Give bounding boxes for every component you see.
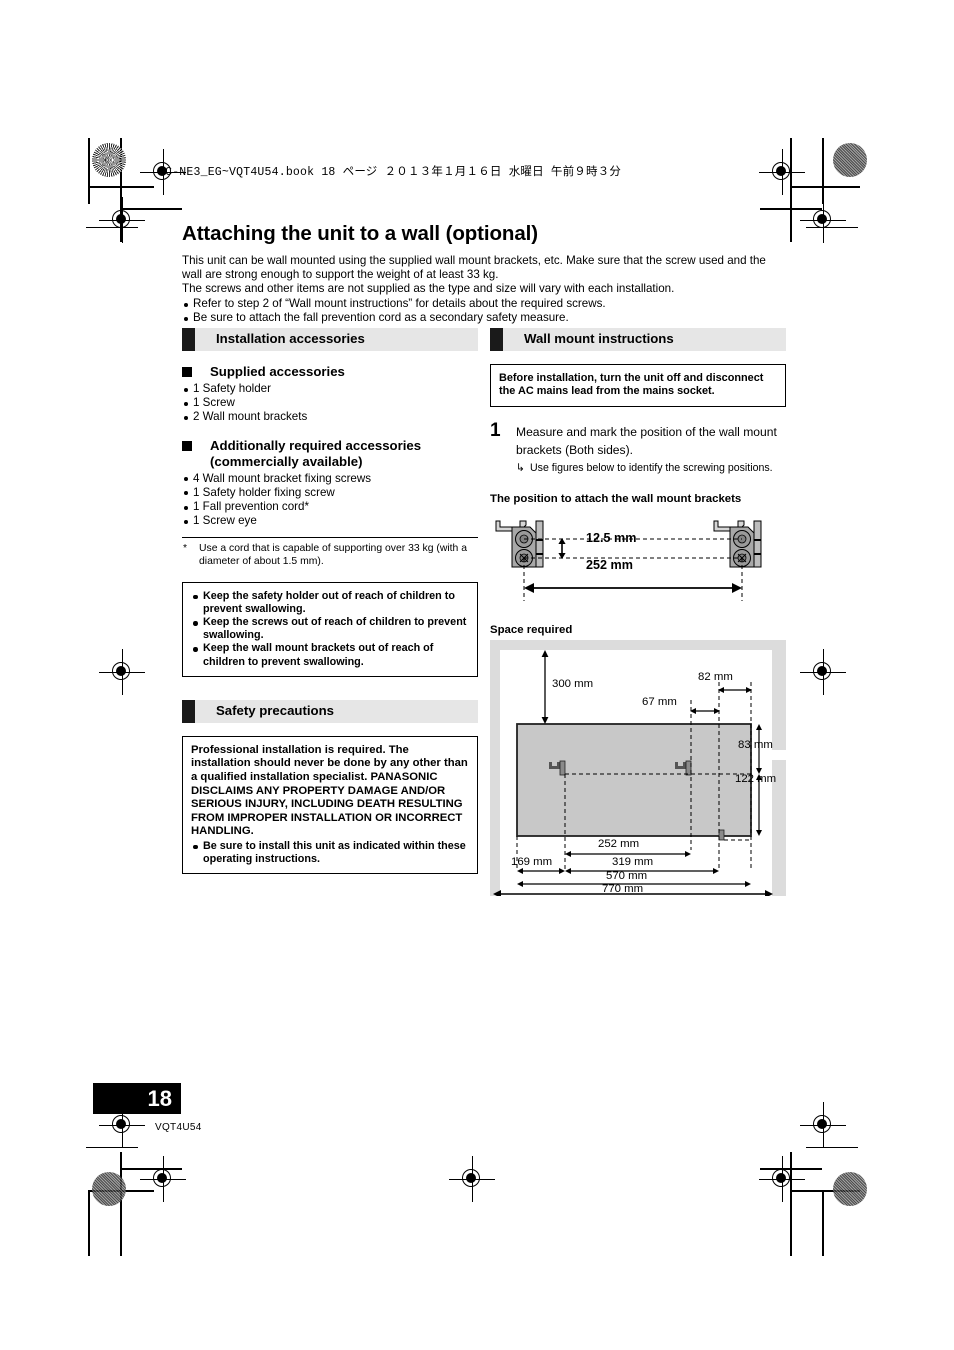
registration-mark [99, 649, 145, 695]
crop-line [822, 138, 824, 204]
footnote: * Use a cord that is capable of supporti… [182, 543, 478, 568]
dimension-label-lower-height: 122 mm [735, 772, 777, 785]
list-item: 1 Screw [182, 396, 478, 410]
registration-mark [800, 1102, 846, 1148]
figure-space-required: 300 mm 67 mm 82 mm 83 mm 122 mm 252 mm 1… [490, 639, 786, 896]
crop-line [790, 186, 860, 188]
pre-installation-notice-box: Before installation, turn the unit off a… [490, 364, 786, 407]
dimension-label-right-outer: 82 mm [698, 670, 733, 683]
additional-accessories-list: 4 Wall mount bracket fixing screws 1 Saf… [182, 472, 478, 529]
page-title: Attaching the unit to a wall (optional) [182, 222, 538, 245]
intro-paragraph-1: This unit can be wall mounted using the … [182, 254, 766, 282]
section-header-installation-accessories: Installation accessories [182, 328, 478, 351]
subsection-label-line2: (commercially available) [210, 453, 363, 469]
crop-line [806, 1147, 858, 1149]
right-column: Wall mount instructions Before installat… [490, 328, 786, 896]
safety-paragraph: Professional installation is required. T… [191, 743, 468, 838]
step-number: 1 [490, 419, 501, 441]
crop-line [86, 1147, 138, 1149]
page-body: Attaching the unit to a wall (optional) … [182, 222, 786, 325]
list-item: 1 Fall prevention cord* [182, 500, 478, 514]
section-tab-icon [182, 699, 195, 723]
dimension-label-upper-height: 83 mm [738, 738, 773, 751]
intro-block: This unit can be wall mounted using the … [182, 254, 786, 325]
dimension-label-right-inner: 67 mm [642, 695, 677, 708]
intro-paragraph-2: The screws and other items are not suppl… [182, 282, 675, 296]
dimension-label-bracket-span: 252 mm [598, 837, 640, 850]
child-safety-warning-list: Keep the safety holder out of reach of c… [191, 590, 468, 669]
figure-2-caption: Space required [490, 623, 573, 636]
halftone-target [92, 1172, 126, 1206]
footnote-marker: * [183, 543, 188, 555]
section-header-label: Safety precautions [216, 702, 334, 718]
dimension-label-total-inner: 570 mm [606, 869, 648, 882]
crop-line [88, 1190, 90, 1256]
list-item: Keep the safety holder out of reach of c… [191, 590, 468, 616]
pre-installation-notice: Before installation, turn the unit off a… [499, 372, 764, 398]
section-header-label: Wall mount instructions [524, 331, 674, 346]
halftone-target [92, 143, 126, 177]
section-tab-icon [490, 328, 503, 351]
intro-bullet-2: Be sure to attach the fall prevention co… [182, 311, 786, 325]
registration-mark [449, 1156, 495, 1202]
registration-mark [99, 197, 145, 243]
footnote-divider [182, 537, 478, 539]
section-header-wall-mount-instructions: Wall mount instructions [490, 328, 786, 351]
registration-mark [759, 149, 805, 195]
safety-bullet-list: Be sure to install this unit as indicate… [191, 840, 468, 866]
step-subnote: ↳ Use figures below to identify the scre… [516, 461, 786, 475]
subsection-supplied-accessories: Supplied accessories [182, 364, 478, 380]
page-number-block: 18 [93, 1083, 181, 1114]
safety-precautions-box: Professional installation is required. T… [182, 735, 478, 875]
dimension-label-vertical: 12.5 mm [586, 530, 637, 545]
list-item: Keep the wall mount brackets out of reac… [191, 642, 468, 668]
dimension-label-left-offset: 169 mm [511, 855, 553, 868]
step-subnote-text: Use figures below to identify the screwi… [530, 461, 773, 474]
list-item: 1 Safety holder [182, 382, 478, 396]
page-number: 18 [147, 1086, 172, 1111]
child-safety-warning-box: Keep the safety holder out of reach of c… [182, 581, 478, 677]
footnote-text: Use a cord that is capable of supporting… [199, 543, 467, 568]
subsection-additional-accessories: Additionally required accessories (comme… [182, 438, 478, 470]
intro-bullet-1: Refer to step 2 of “Wall mount instructi… [182, 297, 786, 311]
dimension-label-total-outer: 770 mm [602, 882, 644, 895]
list-item: Keep the screws out of reach of children… [191, 616, 468, 642]
section-header-label: Installation accessories [216, 331, 365, 346]
dimension-label-mid-span: 319 mm [612, 855, 654, 868]
bracket-glyph-bottom [718, 829, 725, 841]
list-item: 1 Safety holder fixing screw [182, 486, 478, 500]
figure-1-labels: 12.5 mm 252 mm [490, 531, 786, 605]
subsection-label-line1: Additionally required accessories [210, 437, 422, 453]
crop-line [88, 186, 154, 188]
registration-mark [759, 1156, 805, 1202]
dimension-label-horizontal: 252 mm [586, 557, 633, 572]
registration-mark [800, 197, 846, 243]
arrow-icon: ↳ [516, 461, 525, 474]
figure-1-caption: The position to attach the wall mount br… [490, 492, 742, 505]
list-item: 1 Screw eye [182, 514, 478, 528]
step-text: Measure and mark the position of the wal… [516, 424, 777, 458]
subsection-label: Supplied accessories [210, 364, 345, 379]
step-1: 1 Measure and mark the position of the w… [490, 419, 786, 475]
registration-mark [140, 1156, 186, 1202]
crop-line [790, 138, 792, 242]
section-header-safety-precautions: Safety precautions [182, 699, 478, 723]
dimension-label-top-clearance: 300 mm [552, 677, 594, 690]
supplied-accessories-list: 1 Safety holder 1 Screw 2 Wall mount bra… [182, 382, 478, 425]
book-file-header: SC-NE3_EG~VQT4U54.book 18 ページ ２０１３年１月１６日… [158, 166, 622, 179]
halftone-target [833, 143, 867, 177]
list-item: Be sure to install this unit as indicate… [191, 840, 468, 866]
halftone-target [833, 1172, 867, 1206]
left-column: Installation accessories Supplied access… [182, 328, 478, 875]
crop-line [822, 1190, 824, 1256]
crop-line [88, 138, 90, 204]
section-tab-icon [182, 328, 195, 351]
list-item: 4 Wall mount bracket fixing screws [182, 472, 478, 486]
document-code: VQT4U54 [155, 1122, 202, 1133]
list-item: 2 Wall mount brackets [182, 410, 478, 424]
registration-mark [800, 649, 846, 695]
